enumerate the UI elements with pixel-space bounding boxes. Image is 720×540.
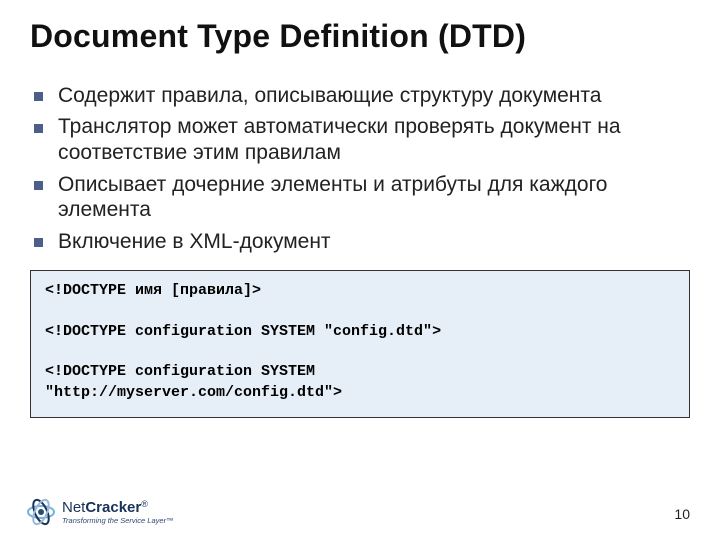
list-item: Транслятор может автоматически проверять… (30, 114, 690, 165)
list-item: Содержит правила, описывающие структуру … (30, 83, 690, 109)
registered-mark: ® (141, 499, 148, 509)
page-number: 10 (674, 506, 690, 522)
brand-prefix: Net (62, 499, 85, 516)
logo: NetCracker® Transforming the Service Lay… (26, 498, 174, 526)
slide: Document Type Definition (DTD) Содержит … (0, 0, 720, 540)
code-example: <!DOCTYPE имя [правила]> <!DOCTYPE confi… (30, 270, 690, 418)
brand-bold: Cracker (85, 499, 141, 516)
logo-mark-icon (26, 498, 56, 526)
list-item: Включение в XML-документ (30, 229, 690, 255)
bullet-list: Содержит правила, описывающие структуру … (30, 83, 690, 255)
footer: NetCracker® Transforming the Service Lay… (0, 486, 720, 526)
slide-title: Document Type Definition (DTD) (30, 18, 690, 55)
brand-name: NetCracker® (62, 500, 174, 515)
list-item: Описывает дочерние элементы и атрибуты д… (30, 172, 690, 223)
logo-text: NetCracker® Transforming the Service Lay… (62, 500, 174, 525)
brand-tagline: Transforming the Service Layer™ (62, 517, 174, 525)
